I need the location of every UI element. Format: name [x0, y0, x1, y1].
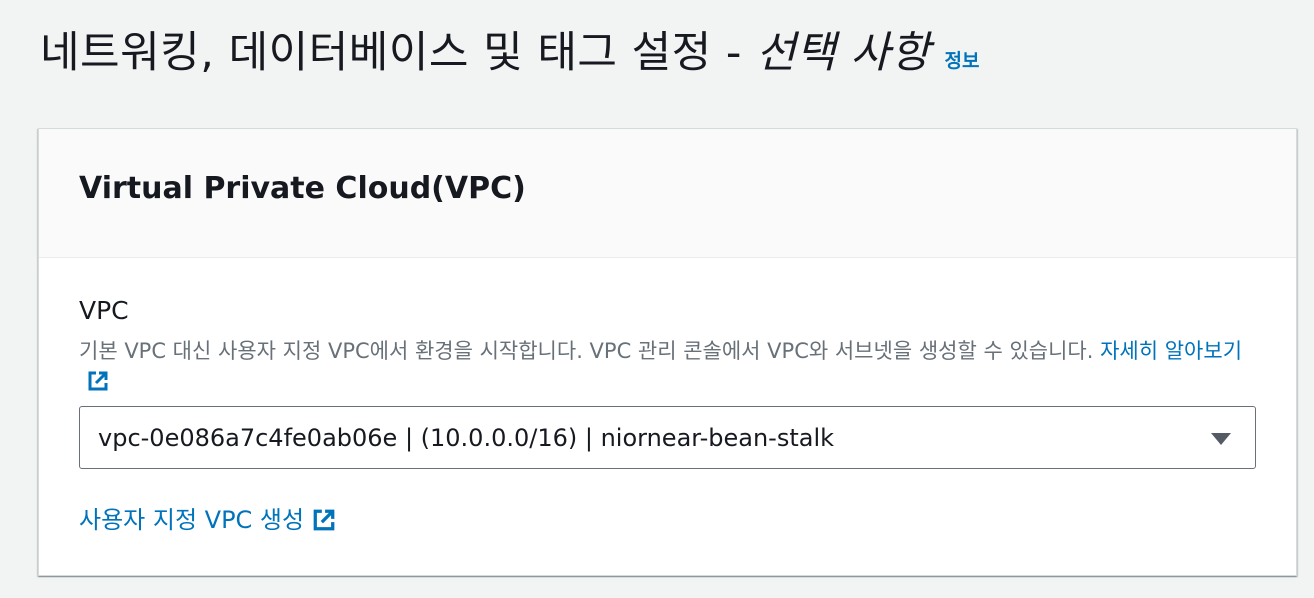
info-link[interactable]: 정보: [945, 46, 980, 73]
vpc-panel: Virtual Private Cloud(VPC) VPC 기본 VPC 대신…: [38, 128, 1297, 576]
page-title-optional: 선택 사항: [756, 28, 931, 78]
panel-title: Virtual Private Cloud(VPC): [79, 171, 526, 206]
vpc-select-value: vpc-0e086a7c4fe0ab06e | (10.0.0.0/16) | …: [98, 424, 835, 452]
caret-down-icon: [1211, 433, 1231, 445]
vpc-select[interactable]: vpc-0e086a7c4fe0ab06e | (10.0.0.0/16) | …: [79, 406, 1256, 469]
create-custom-vpc-label: 사용자 지정 VPC 생성: [79, 506, 305, 534]
panel-header: Virtual Private Cloud(VPC): [39, 129, 1296, 258]
vpc-description-text: 기본 VPC 대신 사용자 지정 VPC에서 환경을 시작합니다. VPC 관리…: [79, 339, 1101, 363]
page-title-main: 네트워킹, 데이터베이스 및 태그 설정 -: [40, 28, 757, 78]
external-link-icon: [88, 371, 108, 391]
create-custom-vpc-link[interactable]: 사용자 지정 VPC 생성: [79, 500, 336, 535]
vpc-field-label: VPC: [79, 296, 129, 325]
page-header: 네트워킹, 데이터베이스 및 태그 설정 - 선택 사항 정보: [40, 18, 980, 88]
vpc-field-description: 기본 VPC 대신 사용자 지정 VPC에서 환경을 시작합니다. VPC 관리…: [79, 336, 1259, 396]
external-link-icon: [313, 509, 335, 531]
learn-more-label: 자세히 알아보기: [1100, 339, 1243, 363]
page-title: 네트워킹, 데이터베이스 및 태그 설정 - 선택 사항: [40, 18, 931, 80]
